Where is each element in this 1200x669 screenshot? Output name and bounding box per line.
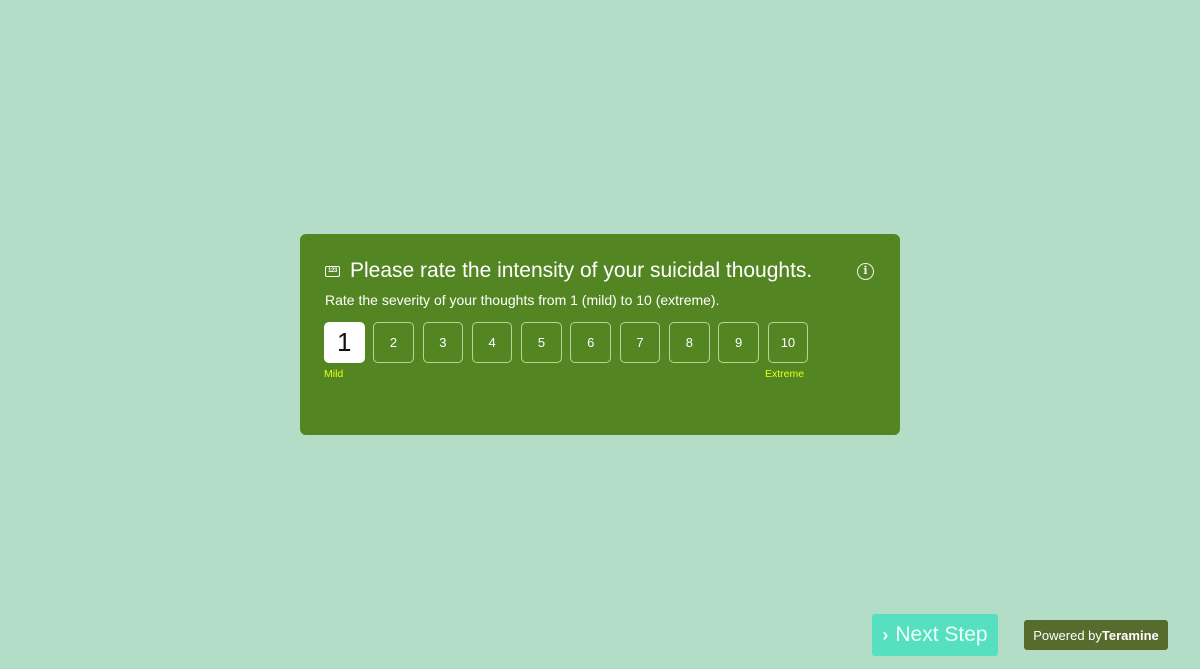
powered-by-badge[interactable]: Powered by Teramine (1024, 620, 1168, 650)
scale-max-label: Extreme (765, 368, 805, 380)
question-subtitle: Rate the severity of your thoughts from … (325, 292, 720, 308)
question-title: Please rate the intensity of your suicid… (350, 259, 813, 282)
rating-option-2[interactable]: 2 (373, 322, 414, 363)
rating-option-4[interactable]: 4 (471, 322, 513, 363)
powered-by-prefix: Powered by (1033, 627, 1102, 643)
rating-option-7[interactable]: 7 (619, 322, 661, 363)
scale-min-label: Mild (324, 368, 344, 380)
question-title-row: 123 Please rate the intensity of your su… (325, 258, 812, 284)
rating-scale: 1 2 3 4 5 6 7 8 9 10 (324, 322, 809, 363)
rating-option-5[interactable]: 5 (521, 322, 562, 363)
rating-option-8[interactable]: 8 (669, 322, 710, 363)
rating-option-3[interactable]: 3 (422, 322, 464, 363)
chevron-right-icon: › (882, 624, 889, 645)
info-icon[interactable]: i (857, 263, 874, 280)
question-card: 123 Please rate the intensity of your su… (300, 234, 900, 435)
rating-option-6[interactable]: 6 (570, 322, 611, 363)
rating-option-9[interactable]: 9 (718, 322, 759, 363)
next-step-button[interactable]: › Next Step (872, 614, 998, 656)
powered-by-brand: Teramine (1101, 627, 1159, 643)
rating-option-10[interactable]: 10 (767, 322, 809, 363)
next-step-label: Next Step (895, 623, 988, 646)
number-input-icon: 123 (325, 265, 340, 277)
rating-option-1[interactable]: 1 (324, 322, 365, 363)
